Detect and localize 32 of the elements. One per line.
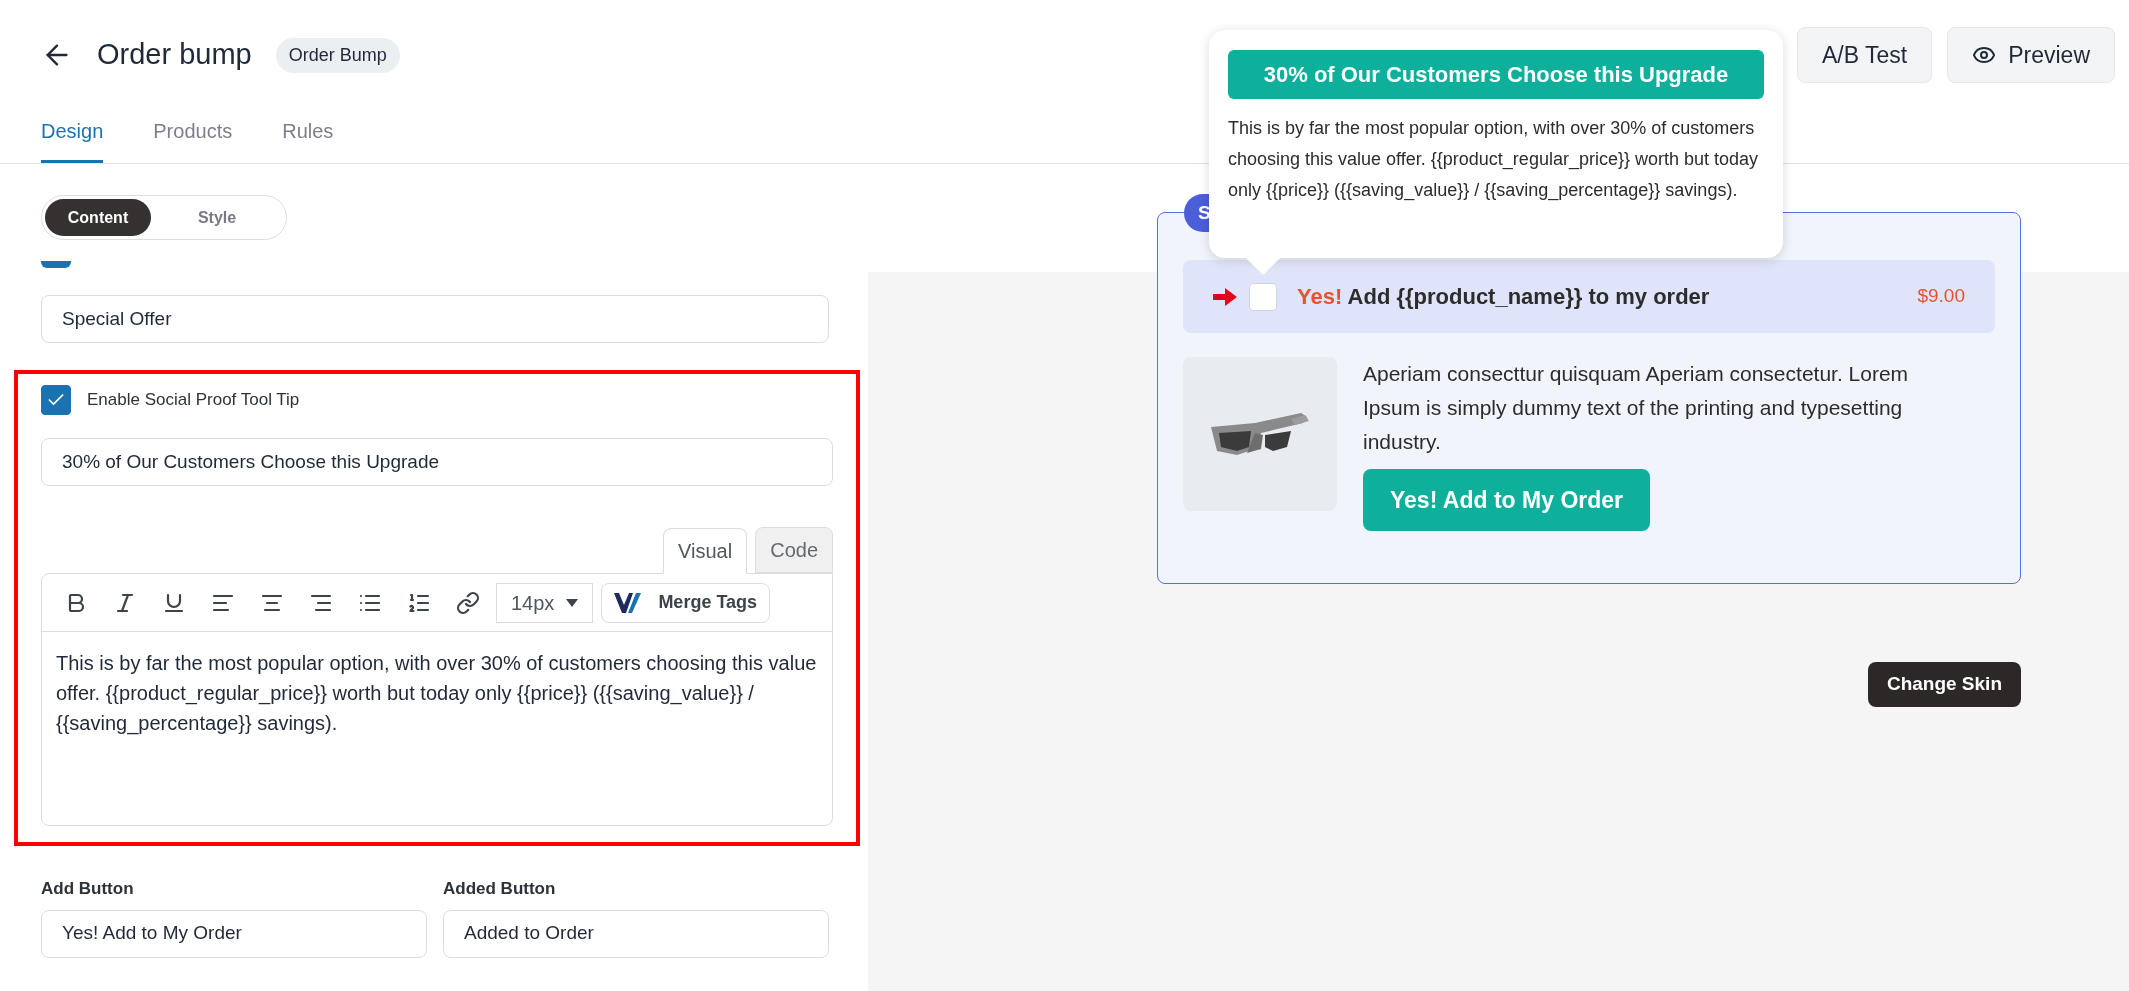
editor-content[interactable]: This is by far the most popular option, with over 30% of customers choosing this value offer. {{product_regular_price}} worth but today only {{price}} ({{saving_value}} / {{saving_percentage}} savings).	[42, 632, 832, 738]
checkbox[interactable]	[41, 261, 71, 268]
mode-toggle-option[interactable]: Content	[45, 199, 151, 236]
ab-test-button[interactable]: A/B Test	[1796, 27, 1933, 83]
tab[interactable]: Products	[153, 116, 233, 163]
editor-tab[interactable]: Visual	[663, 528, 748, 574]
font-size-select[interactable]: 14px	[496, 582, 594, 623]
type-badge: Order Bump	[275, 37, 400, 73]
product-description: Aperiam consecttur quisquam Aperiam consectetur. Lorem Ipsum is simply dummy text of the printing and typesetting industry.	[1363, 361, 1910, 455]
field-label: Added Button	[443, 878, 557, 900]
mode-toggle-option[interactable]: Style	[151, 199, 283, 236]
editor-tab[interactable]: Code	[755, 527, 833, 573]
merge-tags-button[interactable]: Merge Tags	[601, 582, 771, 623]
field-label: Add Button	[41, 878, 135, 900]
input-field[interactable]: 30% of Our Customers Choose this Upgrade	[41, 438, 833, 486]
arrow-icon	[1213, 287, 1237, 306]
dropdown-caret-icon	[566, 598, 579, 607]
checkbox[interactable]	[41, 385, 71, 415]
input-field[interactable]: Added to Order	[443, 909, 829, 958]
page-title: Order bump	[97, 37, 252, 73]
preview-button[interactable]: Preview	[1947, 27, 2115, 83]
tab[interactable]: Rules	[282, 116, 334, 163]
tooltip-title: 30% of Our Customers Choose this Upgrade	[1228, 50, 1764, 99]
checkbox-label: Enable Social Proof Tool Tip	[87, 389, 300, 412]
bump-headline: Yes! Add {{product_name}} to my order	[1297, 283, 1710, 311]
input-field[interactable]: Yes! Add to My Order	[41, 909, 427, 958]
bump-header[interactable]: Yes! Add {{product_name}} to my order $9.00	[1183, 260, 1995, 333]
change-skin-button[interactable]: Change Skin	[1867, 662, 2021, 707]
input-field[interactable]: Special Offer	[41, 295, 829, 343]
tab[interactable]: Design	[41, 116, 104, 163]
link-icon[interactable]	[456, 590, 480, 615]
bump-price: $9.00	[1917, 284, 1965, 309]
